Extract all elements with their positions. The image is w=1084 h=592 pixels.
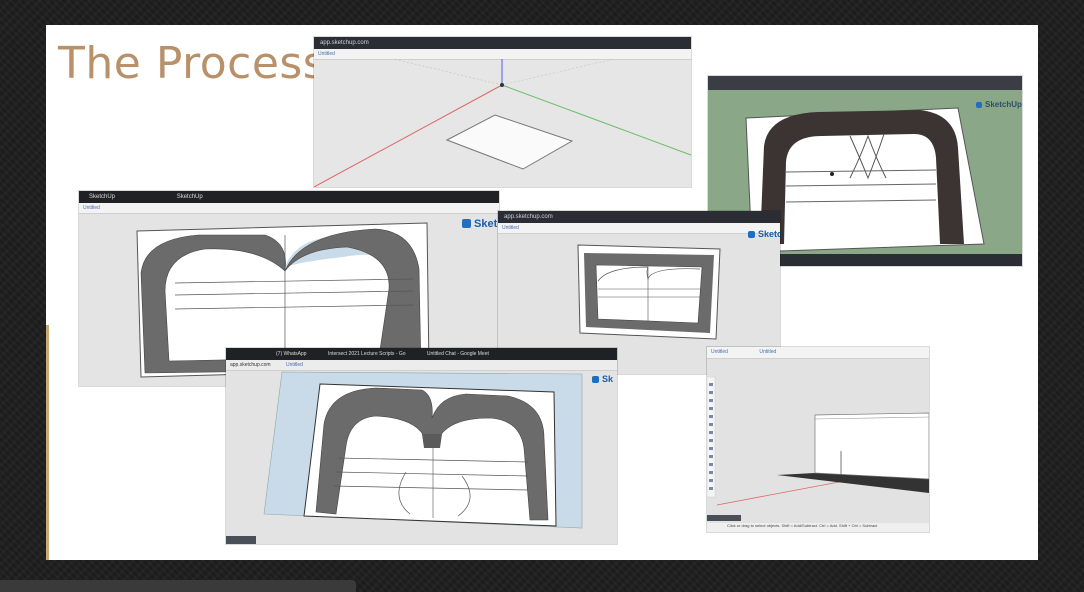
screenshot-3d-extrusion: Untitled Untitled Click or drag to selec… <box>707 347 929 532</box>
sketchup-logo: SketchUp <box>976 100 1022 109</box>
status-bar-text: Click or drag to select objects. Shift =… <box>727 523 878 528</box>
viewport-drawing <box>314 58 691 187</box>
arch-keystone-drawing <box>226 371 583 544</box>
screenshot-arch-keystone: (7) WhatsApp Intersect 2021 Lecture Scri… <box>226 348 617 544</box>
slide-accent-bar <box>46 325 49 560</box>
slide-title: The Process: <box>58 38 342 89</box>
taskbar-strip <box>0 580 356 592</box>
extrusion-drawing <box>707 376 929 532</box>
sketchup-cube-icon <box>976 102 982 108</box>
screenshot-empty-scene: app.sketchup.com Untitled <box>314 37 691 187</box>
